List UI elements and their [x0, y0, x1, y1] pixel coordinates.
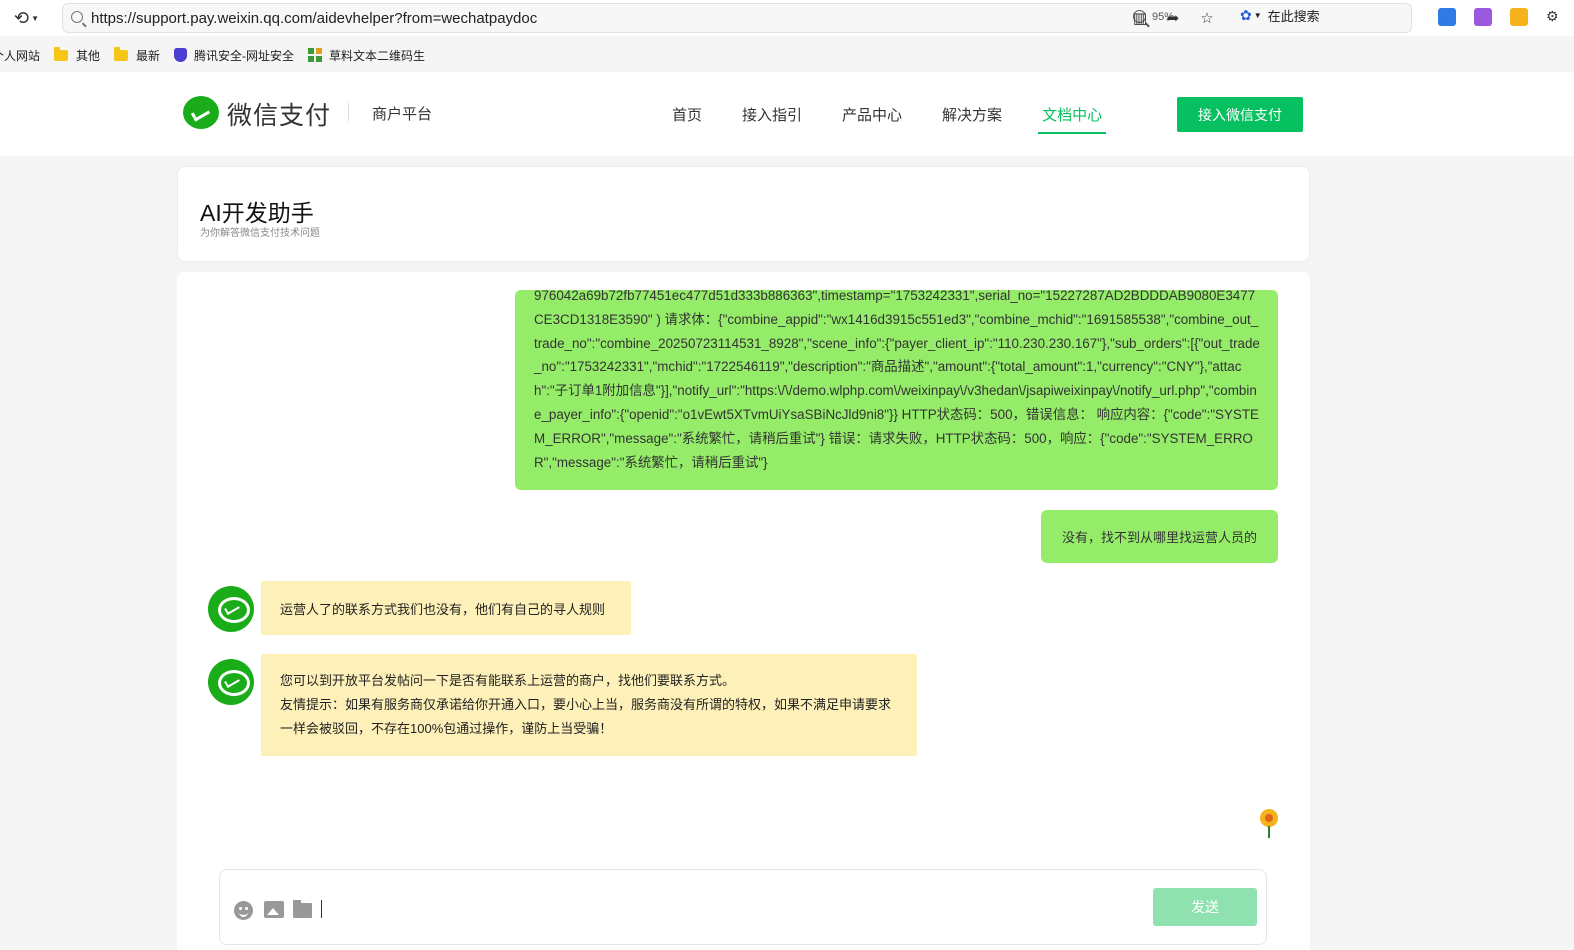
- wechat-pay-logo-icon[interactable]: [183, 96, 219, 129]
- assistant-avatar: [208, 586, 254, 632]
- extension-icons: ⚙: [1438, 8, 1564, 26]
- edit-extension-icon[interactable]: [1474, 8, 1492, 26]
- folder-extension-icon[interactable]: [1510, 8, 1528, 26]
- assistant-title-card: AI开发助手 为你解答微信支付技术问题: [177, 166, 1310, 262]
- folder-icon: [54, 46, 69, 61]
- site-header: 微信支付 商户平台 首页 接入指引 产品中心 解决方案 文档中心 接入微信支付: [0, 72, 1574, 156]
- message-line: 您可以到开放平台发帖问一下是否有能联系上运营的商户，找他们要联系方式。: [280, 673, 736, 688]
- message-input[interactable]: [324, 892, 1224, 924]
- chevron-down-icon: ▼: [31, 13, 40, 23]
- message-line: 友情提示：如果有服务商仅承诺给你开通入口，要小心上当，服务商没有所谓的特权，如果…: [280, 697, 892, 736]
- back-button[interactable]: ⟲ ▼: [14, 6, 48, 30]
- nav-item-guide[interactable]: 接入指引: [742, 104, 802, 131]
- bookmark-item[interactable]: 其他: [54, 46, 101, 64]
- send-button[interactable]: 发送: [1153, 888, 1257, 926]
- nav-item-products[interactable]: 产品中心: [842, 104, 902, 131]
- page-subtitle: 为你解答微信支付技术问题: [200, 228, 320, 239]
- bookmark-label: 其他: [76, 48, 101, 63]
- folder-icon[interactable]: [293, 900, 312, 918]
- user-message: 没有，找不到从哪里找运营人员的: [1041, 510, 1278, 563]
- chat-panel[interactable]: 976042a69b72fb77451ec477d51d333b886363",…: [177, 272, 1310, 950]
- message-text: 没有，找不到从哪里找运营人员的: [1061, 530, 1257, 545]
- chevron-down-icon: ▼: [1253, 11, 1262, 20]
- emoji-icon[interactable]: [234, 901, 253, 920]
- bookmark-item[interactable]: 腾讯安全-网址安全: [174, 47, 294, 64]
- message-composer: 发送: [219, 869, 1267, 945]
- user-message: 976042a69b72fb77451ec477d51d333b886363",…: [515, 290, 1278, 490]
- bookmark-item[interactable]: 个人网站: [0, 47, 40, 64]
- bookmark-item[interactable]: 最新: [114, 46, 161, 64]
- page-title: AI开发助手: [200, 200, 314, 226]
- address-bar[interactable]: https://support.pay.weixin.qq.com/aidevh…: [62, 3, 1412, 33]
- nav-item-home[interactable]: 首页: [672, 104, 702, 131]
- undo-icon: ⟲: [14, 7, 30, 28]
- url-text[interactable]: https://support.pay.weixin.qq.com/aidevh…: [91, 10, 537, 27]
- logo-text[interactable]: 微信支付: [227, 96, 331, 132]
- message-text: 运营人了的联系方式我们也没有，他们有自己的寻人规则: [280, 601, 606, 617]
- text-cursor: [321, 900, 322, 918]
- bookmark-label: 最新: [136, 48, 161, 63]
- flower-icon[interactable]: [1258, 809, 1280, 839]
- search-placeholder: 在此搜索: [1267, 9, 1320, 24]
- assistant-avatar: [208, 659, 254, 705]
- folder-icon: [114, 46, 129, 61]
- image-icon[interactable]: [264, 901, 284, 918]
- search-engine-box[interactable]: ✿ ▼ 在此搜索: [1240, 6, 1320, 25]
- bookmark-label: 草料文本二维码生: [329, 48, 426, 63]
- join-wechat-pay-button[interactable]: 接入微信支付: [1177, 97, 1303, 132]
- main-nav: 首页 接入指引 产品中心 解决方案 文档中心: [672, 104, 1142, 134]
- bookmark-label: 个人网站: [0, 48, 41, 63]
- qr-icon: [308, 48, 323, 62]
- baidu-paw-icon: ✿: [1240, 7, 1252, 23]
- reader-mode-icon[interactable]: ▥: [1131, 10, 1149, 28]
- divider: [348, 103, 349, 121]
- browser-toolbar: ⟲ ▼ https://support.pay.weixin.qq.com/aid…: [0, 0, 1574, 36]
- assistant-message: 您可以到开放平台发帖问一下是否有能联系上运营的商户，找他们要联系方式。 友情提示…: [261, 654, 917, 756]
- share-icon[interactable]: ➦: [1164, 10, 1182, 28]
- platform-label[interactable]: 商户平台: [372, 103, 432, 124]
- puzzle-extension-icon[interactable]: ⚙: [1546, 8, 1564, 26]
- bookmark-item[interactable]: 草料文本二维码生: [308, 47, 425, 64]
- assistant-message: 运营人了的联系方式我们也没有，他们有自己的寻人规则: [261, 581, 631, 635]
- message-text: 976042a69b72fb77451ec477d51d333b886363",…: [534, 290, 1260, 470]
- bookmark-label: 腾讯安全-网址安全: [194, 48, 295, 63]
- translate-extension-icon[interactable]: [1438, 8, 1456, 26]
- bookmarks-bar: 个人网站 其他 最新 腾讯安全-网址安全 草料文本二维码生: [0, 42, 1566, 68]
- star-icon[interactable]: ☆: [1198, 10, 1216, 28]
- shield-icon: [174, 48, 188, 62]
- search-icon: [71, 11, 83, 23]
- nav-item-docs[interactable]: 文档中心: [1038, 104, 1107, 134]
- nav-item-solutions[interactable]: 解决方案: [942, 104, 1002, 131]
